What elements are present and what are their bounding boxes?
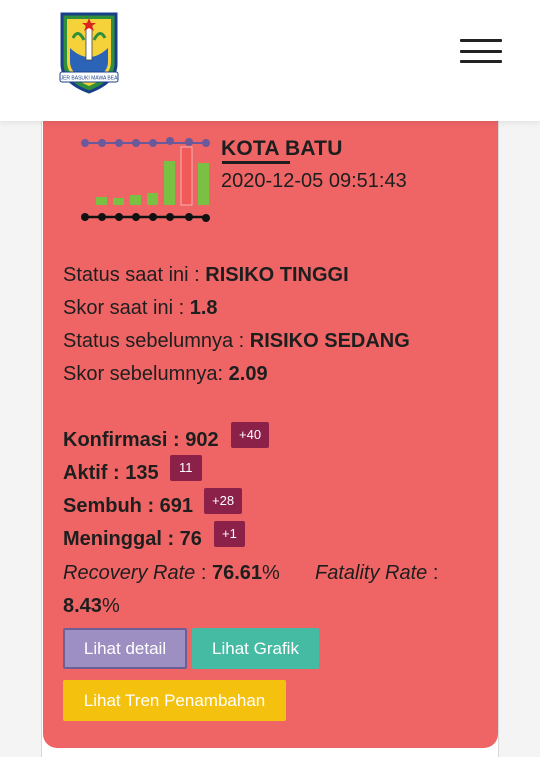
fatality-rate-label: Fatality Rate [315, 562, 428, 584]
update-timestamp: 2020-12-05 09:51:43 [221, 170, 407, 192]
fatality-rate-value: 8.43 [63, 595, 102, 617]
recovered-value: : 691 [141, 495, 194, 517]
recovered-row: Sembuh : 691 [63, 495, 193, 518]
status-now-row: Status saat ini : RISIKO TINGGI [63, 264, 349, 287]
view-detail-button[interactable]: Lihat detail [63, 628, 187, 669]
fatality-rate-percent: % [101, 595, 120, 617]
recovery-rate-percent: % [262, 562, 280, 584]
recovery-rate-label: Recovery Rate [63, 562, 196, 584]
score-now-label: Skor saat ini : [63, 297, 190, 319]
score-prev-row: Skor sebelumnya: 2.09 [63, 363, 268, 386]
recovered-delta-badge: +28 [204, 488, 243, 514]
deaths-value: : 76 [161, 528, 202, 550]
recovery-rate-sep: : [195, 562, 212, 584]
confirmed-value: : 902 [167, 429, 219, 451]
status-now-label: Status saat ini : [63, 264, 206, 286]
status-prev-label: Status sebelumnya : [63, 330, 250, 352]
score-prev-value: 2.09 [228, 363, 268, 385]
city-name: KOTA BATU [221, 137, 343, 160]
view-trend-button[interactable]: Lihat Tren Penambahan [63, 680, 286, 721]
recovered-label: Sembuh [63, 495, 142, 517]
confirmed-row: Konfirmasi : 902 [63, 429, 219, 452]
confirmed-label: Konfirmasi [63, 429, 168, 451]
recovery-rate-value: 76.61 [211, 562, 263, 584]
rates-row: Recovery Rate : 76.61% [63, 562, 280, 585]
fatality-rate-row: Fatality Rate : [315, 562, 438, 585]
view-chart-button[interactable]: Lihat Grafik [192, 628, 319, 669]
confirmed-delta-badge: +40 [231, 422, 270, 448]
score-prev-label: Skor sebelumnya: [63, 363, 229, 385]
fatality-rate-sep: : [427, 562, 439, 584]
deaths-row: Meninggal : 76 [63, 528, 202, 551]
active-row: Aktif : 135 [63, 462, 159, 485]
status-prev-value: RISIKO SEDANG [249, 330, 410, 352]
fatality-rate-value-row: 8.43% [63, 595, 120, 618]
active-delta-badge: 11 [170, 455, 202, 481]
status-prev-row: Status sebelumnya : RISIKO SEDANG [63, 330, 410, 353]
deaths-label: Meninggal [63, 528, 162, 550]
active-label: Aktif [63, 462, 108, 484]
score-now-row: Skor saat ini : 1.8 [63, 297, 218, 320]
status-now-value: RISIKO TINGGI [205, 264, 349, 286]
deaths-delta-badge: +1 [214, 521, 245, 547]
score-now-value: 1.8 [189, 297, 218, 319]
active-value: : 135 [107, 462, 159, 484]
city-underline [222, 161, 290, 164]
